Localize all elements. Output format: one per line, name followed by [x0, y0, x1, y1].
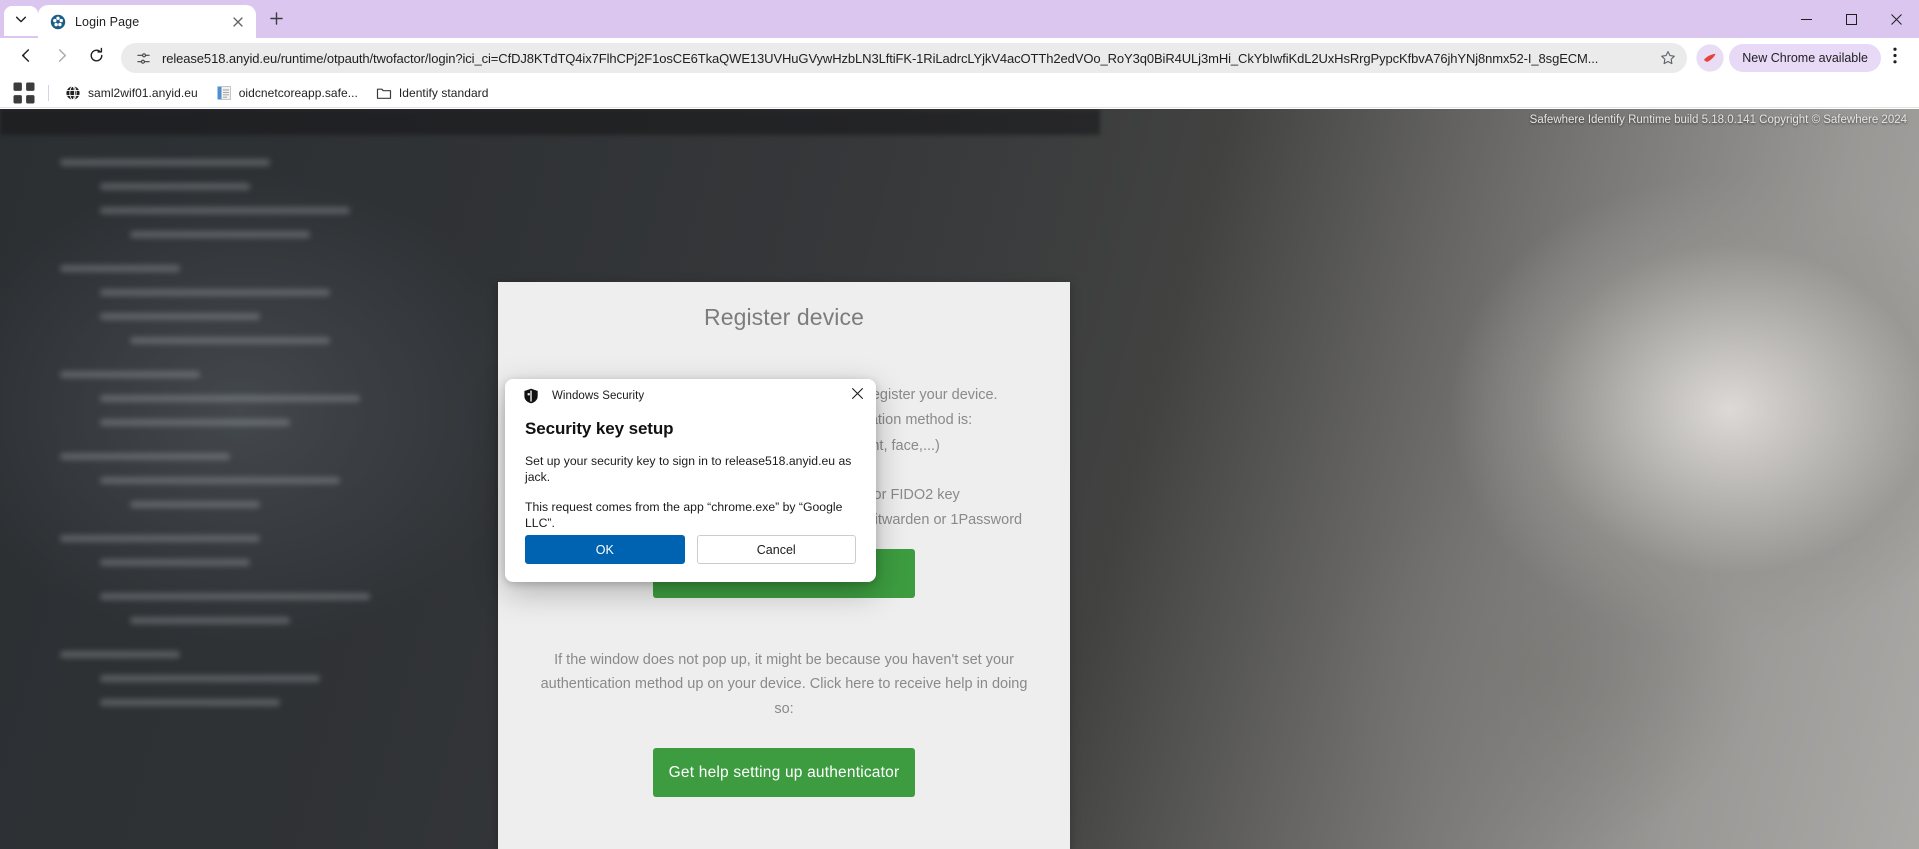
bookmark-apps-icon[interactable] [12, 81, 36, 105]
browser-window: Login Page release518.anyid.eu/runtime/o… [0, 0, 1919, 849]
chrome-menu-button[interactable] [1881, 43, 1909, 73]
arrow-left-icon [18, 47, 35, 69]
site-settings-icon[interactable] [130, 45, 156, 71]
dialog-heading: Security key setup [525, 419, 674, 438]
chevron-down-icon [14, 12, 28, 31]
page-viewport: Safewhere Identify Runtime build 5.18.0.… [0, 109, 1919, 849]
bookmark-folder-identify-standard[interactable]: Identify standard [368, 81, 497, 105]
extension-icon[interactable] [1695, 43, 1725, 73]
close-window-button[interactable] [1874, 3, 1919, 35]
chrome-update-label: New Chrome available [1742, 51, 1868, 65]
reload-button[interactable] [80, 42, 112, 74]
minimize-window-button[interactable] [1784, 3, 1829, 35]
browser-tab[interactable]: Login Page [38, 5, 256, 38]
dialog-app-title: Windows Security [552, 390, 645, 402]
reload-icon [88, 47, 105, 69]
dialog-paragraph-1: Set up your security key to sign in to r… [525, 454, 852, 484]
help-line-1: If the window does not pop up, it might … [554, 651, 1014, 668]
tab-search-button[interactable] [4, 6, 38, 36]
tab-strip: Login Page [0, 0, 1919, 38]
bookmark-label: saml2wif01.anyid.eu [88, 85, 198, 100]
browser-toolbar: release518.anyid.eu/runtime/otpauth/twof… [0, 38, 1919, 78]
bookmark-item-saml2wif01[interactable]: saml2wif01.anyid.eu [57, 81, 206, 105]
windows-security-dialog: Windows Security Security key setup Set … [505, 379, 876, 582]
window-controls [1784, 0, 1919, 38]
help-line-2: authentication method up on your device.… [540, 676, 1028, 717]
dialog-ok-button[interactable]: OK [525, 535, 685, 564]
back-button[interactable] [10, 42, 42, 74]
address-bar-url: release518.anyid.eu/runtime/otpauth/twof… [162, 50, 1599, 66]
bookmark-label: Identify standard [398, 85, 489, 100]
bookmark-item-oidcnetcoreapp[interactable]: oidcnetcoreapp.safe... [208, 81, 366, 105]
runtime-copyright: Safewhere Identify Runtime build 5.18.0.… [1529, 114, 1907, 126]
address-bar[interactable]: release518.anyid.eu/runtime/otpauth/twof… [121, 43, 1688, 73]
dialog-body: Security key setup Set up your security … [505, 413, 876, 531]
dialog-close-button[interactable] [844, 383, 870, 407]
bookmarks-bar: saml2wif01.anyid.eu oidcnetcoreapp.safe.… [0, 78, 1919, 108]
new-tab-button[interactable] [262, 7, 290, 35]
folder-icon [376, 85, 392, 101]
safewhere-favicon [50, 14, 66, 30]
dialog-actions: OK Cancel [525, 535, 856, 564]
document-icon [216, 85, 232, 101]
get-help-setting-up-authenticator-button[interactable]: Get help setting up authenticator [653, 748, 915, 798]
bookmark-label: oidcnetcoreapp.safe... [238, 85, 358, 100]
dialog-titlebar: Windows Security [505, 379, 876, 413]
bookmark-star-icon[interactable] [1655, 45, 1681, 71]
bookmarks-separator [48, 84, 49, 101]
plus-icon [269, 12, 283, 30]
maximize-window-button[interactable] [1829, 3, 1874, 35]
tab-close-button[interactable] [228, 12, 248, 32]
arrow-right-icon [53, 47, 70, 69]
close-icon [851, 386, 863, 404]
chrome-update-button[interactable]: New Chrome available [1729, 44, 1881, 72]
windows-defender-shield-icon [523, 388, 539, 404]
page-title: Register device [703, 304, 865, 330]
tab-title: Login Page [75, 14, 140, 29]
help-button-wrapper: Get help setting up authenticator [530, 748, 1038, 798]
background-editor-topbar [0, 109, 1100, 135]
register-device-help-text: If the window does not pop up, it might … [530, 648, 1038, 722]
more-vertical-icon [1893, 47, 1897, 69]
dialog-paragraph-2: This request comes from the app “chrome.… [525, 500, 843, 530]
globe-icon [65, 85, 81, 101]
dialog-cancel-button[interactable]: Cancel [696, 535, 856, 564]
forward-button[interactable] [45, 42, 77, 74]
